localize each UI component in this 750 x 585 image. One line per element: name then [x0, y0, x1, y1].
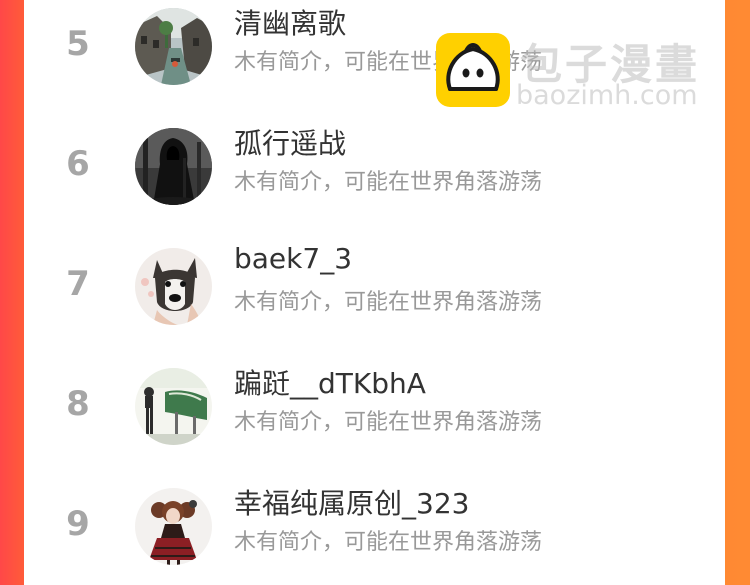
rank-number: 8: [66, 384, 90, 424]
user-intro: 木有简介，可能在世界角落游荡: [234, 410, 543, 435]
user-name[interactable]: 蹁跹__dTKbhA: [234, 362, 426, 402]
user-intro: 木有简介，可能在世界角落游荡: [234, 170, 543, 195]
ranking-row[interactable]: 9 幸福纯属原创_323 木有简介，可能在世界角落游荡: [24, 487, 725, 585]
site-watermark: 包子漫畫 baozimh.com: [436, 33, 726, 113]
husky-dog-avatar-icon[interactable]: [135, 248, 212, 325]
rank-number: 7: [66, 264, 90, 304]
lolita-doll-avatar-icon[interactable]: [135, 488, 212, 565]
rank-number: 5: [66, 24, 90, 64]
rank-number: 9: [66, 504, 90, 544]
hooded-figure-avatar-icon[interactable]: [135, 128, 212, 205]
user-intro: 木有简介，可能在世界角落游荡: [234, 530, 543, 555]
user-name[interactable]: 孤行遥战: [234, 122, 346, 162]
water-town-avatar-icon[interactable]: [135, 8, 212, 85]
ranking-row[interactable]: 7 baek7_3 木有简介，可能在世界角落游荡: [24, 242, 725, 368]
rank-number: 6: [66, 144, 90, 184]
user-name[interactable]: 幸福纯属原创_323: [234, 482, 469, 522]
ranking-row[interactable]: 8 蹁跹__dTKbhA 木有简介，可能在世界角落游荡: [24, 367, 725, 488]
user-name[interactable]: baek7_3: [234, 242, 352, 275]
watermark-url: baozimh.com: [516, 80, 698, 111]
user-name[interactable]: 清幽离歌: [234, 2, 346, 42]
anime-scene-avatar-icon[interactable]: [135, 368, 212, 445]
ranking-row[interactable]: 6 孤行遥战 木有简介，可能在世界角落游荡: [24, 127, 725, 248]
bun-mascot-icon: [436, 33, 510, 107]
user-intro: 木有简介，可能在世界角落游荡: [234, 290, 543, 315]
